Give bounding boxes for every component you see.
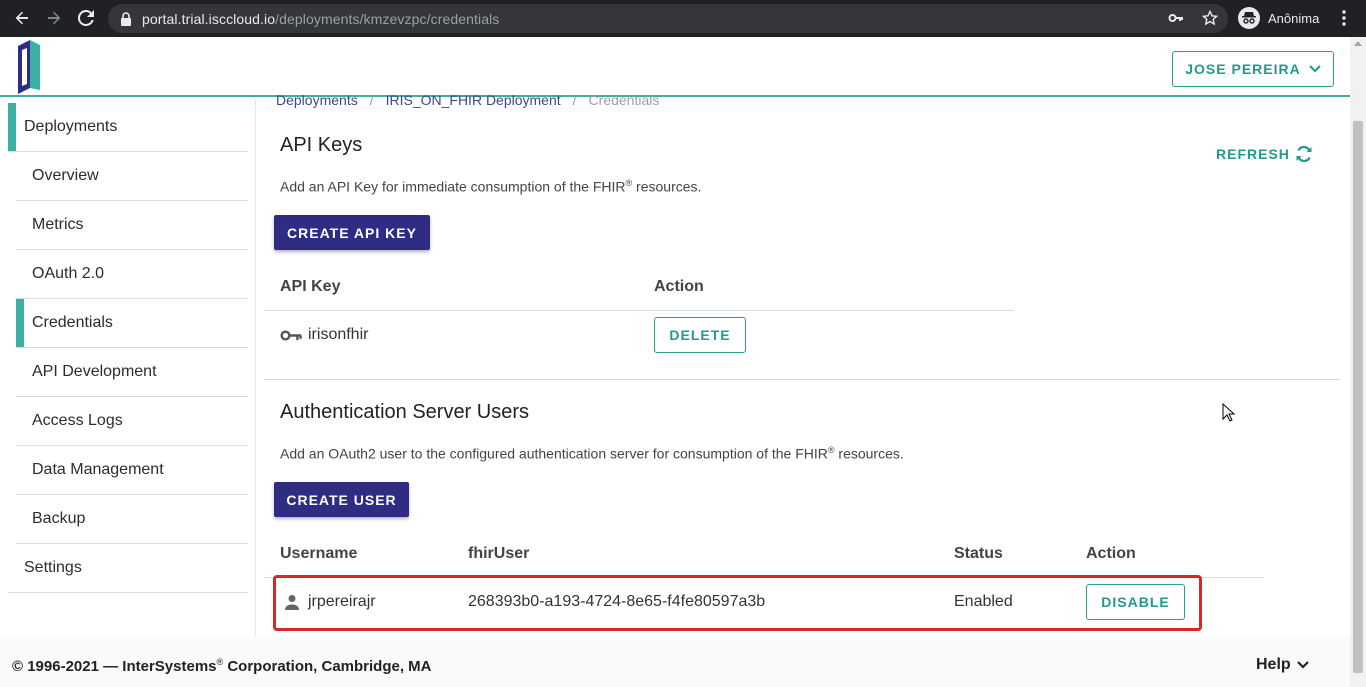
sidebar-item-label: API Development	[32, 363, 157, 380]
scroll-thumb[interactable]	[1353, 121, 1363, 673]
create-user-label: CREATE USER	[286, 491, 397, 508]
back-arrow-icon	[15, 11, 28, 25]
sidebar-item-settings[interactable]: Settings	[8, 544, 248, 593]
help-menu[interactable]: Help	[1256, 656, 1309, 674]
profile-button[interactable]: Anônima	[1238, 7, 1319, 29]
sidebar-item-label: Settings	[24, 559, 82, 576]
sidebar-item-api-development[interactable]: API Development	[16, 348, 248, 397]
copyright-text: © 1996-2021 — InterSystems® Corporation,…	[12, 657, 432, 675]
lock-icon	[120, 11, 132, 26]
sidebar-item-label: Data Management	[32, 461, 164, 478]
incognito-icon	[1238, 7, 1260, 29]
create-user-button[interactable]: CREATE USER	[274, 482, 409, 517]
key-icon	[280, 329, 302, 341]
column-header-fhiruser: fhirUser	[468, 545, 530, 562]
reload-button[interactable]	[70, 2, 102, 34]
api-key-cell: irisonfhir	[280, 326, 368, 344]
auth-users-title: Authentication Server Users	[280, 401, 530, 423]
url-text: portal.trial.isccloud.io/deployments/kmz…	[142, 10, 500, 27]
forward-button[interactable]	[38, 2, 70, 34]
sidebar-item-label: Access Logs	[32, 412, 123, 429]
table-divider	[264, 310, 1014, 311]
column-header-status: Status	[954, 545, 1003, 562]
scrollbar[interactable]	[1350, 37, 1366, 687]
help-label: Help	[1256, 656, 1291, 673]
sidebar-item-credentials[interactable]: Credentials	[16, 299, 248, 348]
highlight-annotation	[273, 575, 1202, 631]
scroll-up-arrow[interactable]	[1354, 41, 1362, 46]
sidebar-item-overview[interactable]: Overview	[16, 152, 248, 201]
reload-icon	[78, 10, 94, 26]
chevron-down-icon	[1296, 661, 1309, 669]
api-key-name: irisonfhir	[308, 326, 369, 343]
sidebar-item-access-logs[interactable]: Access Logs	[16, 397, 248, 446]
star-icon[interactable]	[1202, 10, 1218, 26]
section-divider	[264, 379, 1340, 380]
refresh-label: REFRESH	[1216, 146, 1290, 162]
refresh-icon	[1296, 145, 1312, 163]
create-api-key-button[interactable]: CREATE API KEY	[274, 215, 430, 250]
key-icon[interactable]	[1168, 10, 1184, 26]
api-keys-description: Add an API Key for immediate consumption…	[280, 178, 702, 195]
sidebar-item-backup[interactable]: Backup	[16, 495, 248, 544]
forward-arrow-icon	[48, 11, 61, 25]
browser-toolbar: portal.trial.isccloud.io/deployments/kmz…	[0, 0, 1366, 37]
profile-name: Anônima	[1268, 10, 1320, 26]
column-header-username: Username	[280, 545, 358, 562]
sidebar-item-metrics[interactable]: Metrics	[16, 201, 248, 250]
sidebar-item-label: Overview	[32, 167, 99, 184]
kebab-menu-icon[interactable]	[1336, 9, 1352, 27]
sidebar-item-label: Deployments	[24, 118, 118, 135]
refresh-button[interactable]: REFRESH	[1216, 144, 1314, 164]
sidebar-item-deployments[interactable]: Deployments	[8, 103, 248, 152]
back-button[interactable]	[6, 2, 38, 34]
sidebar-item-data-management[interactable]: Data Management	[16, 446, 248, 495]
create-api-key-label: CREATE API KEY	[287, 224, 417, 241]
address-bar[interactable]: portal.trial.isccloud.io/deployments/kmz…	[108, 4, 1228, 33]
sidebar: Deployments Overview Metrics OAuth 2.0 C…	[0, 99, 256, 637]
auth-users-description: Add an OAuth2 user to the configured aut…	[280, 445, 904, 462]
sidebar-item-label: Credentials	[32, 314, 113, 331]
sidebar-item-label: Metrics	[32, 216, 84, 233]
column-header-action: Action	[1086, 545, 1136, 562]
delete-label: DELETE	[669, 327, 731, 343]
delete-button[interactable]: DELETE	[654, 317, 746, 353]
sidebar-item-label: OAuth 2.0	[32, 265, 105, 282]
column-header-api-key: API Key	[280, 278, 341, 295]
sidebar-item-label: Backup	[32, 510, 86, 527]
sidebar-item-oauth[interactable]: OAuth 2.0	[16, 250, 248, 299]
column-header-action: Action	[654, 278, 704, 295]
api-keys-title: API Keys	[280, 134, 363, 156]
mouse-cursor-icon	[1222, 403, 1236, 422]
footer: © 1996-2021 — InterSystems® Corporation,…	[0, 637, 1350, 687]
